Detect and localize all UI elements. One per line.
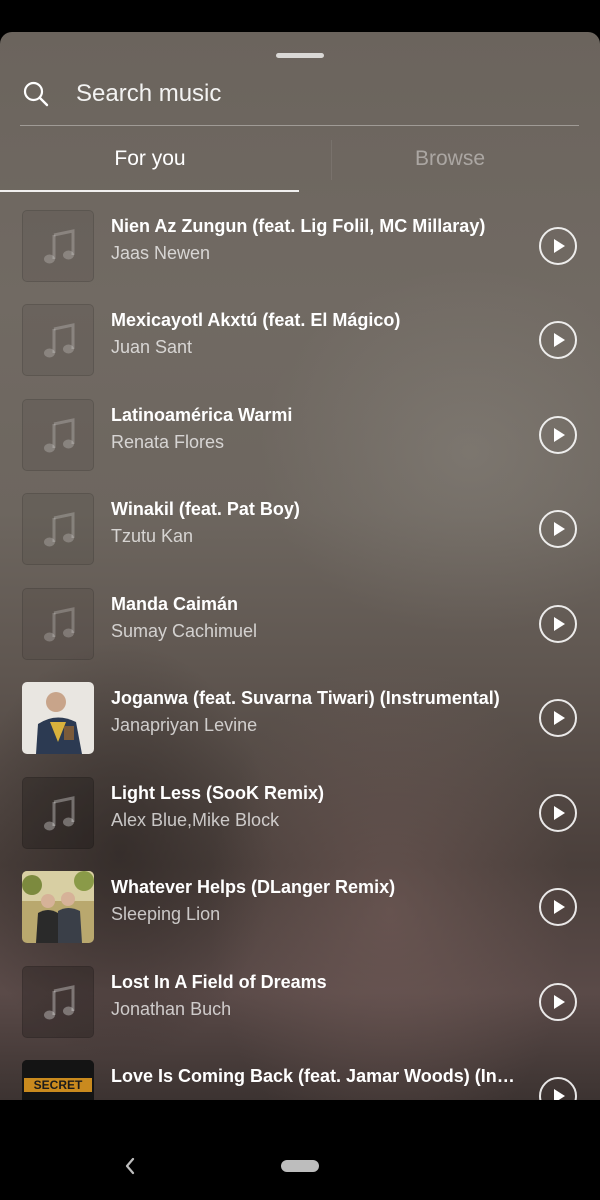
album-art (22, 871, 94, 943)
track-row[interactable]: Mexicayotl Akxtú (feat. El Mágico) Juan … (0, 294, 600, 388)
play-icon (554, 239, 565, 253)
album-photo (22, 682, 94, 754)
track-title: Manda Caimán (111, 594, 239, 614)
play-button[interactable] (539, 227, 577, 265)
music-note-icon (44, 796, 75, 831)
play-button[interactable] (539, 699, 577, 737)
track-row[interactable]: Light Less (SooK Remix) Alex Blue,Mike B… (0, 767, 600, 861)
music-note-icon (44, 985, 75, 1020)
track-artist: Tzutu Kan (111, 526, 194, 546)
play-icon (554, 333, 565, 347)
status-bar (0, 0, 600, 32)
play-button[interactable] (539, 794, 577, 832)
track-row[interactable]: SECRET Love Is Coming Back (feat. Jamar … (0, 1050, 600, 1100)
album-photo: SECRET (22, 1060, 94, 1100)
track-title: Winakil (feat. Pat Boy) (111, 499, 300, 519)
play-button[interactable] (539, 1077, 577, 1100)
track-artist: Jonathan Buch (111, 999, 232, 1019)
play-button[interactable] (539, 888, 577, 926)
play-button[interactable] (539, 983, 577, 1021)
play-icon (554, 900, 565, 914)
album-art (22, 682, 94, 754)
play-button[interactable] (539, 416, 577, 454)
chevron-left-icon[interactable] (124, 1156, 136, 1176)
play-icon (554, 711, 565, 725)
track-title: Lost In A Field of Dreams (111, 972, 327, 992)
track-artist: Sumay Cachimuel (111, 621, 258, 641)
play-button[interactable] (539, 321, 577, 359)
album-art-text: SECRET (34, 1078, 83, 1092)
track-artist: Jaas Newen (111, 243, 211, 263)
track-title: Mexicayotl Akxtú (feat. El Mágico) (111, 310, 401, 330)
track-title: Light Less (SooK Remix) (111, 783, 325, 803)
play-icon (554, 806, 565, 820)
music-note-icon (44, 512, 75, 547)
album-art-placeholder (22, 399, 94, 471)
track-artist: Sleeping Lion (111, 904, 221, 924)
search-bar (0, 72, 600, 126)
track-row[interactable]: Whatever Helps (DLanger Remix) Sleeping … (0, 861, 600, 955)
album-art-placeholder (22, 304, 94, 376)
play-icon (554, 522, 565, 536)
track-artist: Janapriyan Levine (111, 715, 258, 735)
active-tab-indicator (0, 190, 299, 192)
track-row[interactable]: Manda Caimán Sumay Cachimuel (0, 578, 600, 672)
track-artist: Renata Flores (111, 432, 225, 452)
music-note-icon (44, 418, 75, 453)
music-note-icon (44, 229, 75, 264)
play-icon (554, 617, 565, 631)
tab-for-you[interactable]: For you (0, 126, 300, 192)
album-art-placeholder (22, 966, 94, 1038)
album-art: SECRET (22, 1060, 94, 1100)
track-row[interactable]: Nien Az Zungun (feat. Lig Folil, MC Mill… (0, 200, 600, 294)
music-note-icon (44, 323, 75, 358)
album-art-placeholder (22, 210, 94, 282)
play-button[interactable] (539, 605, 577, 643)
play-icon (554, 995, 565, 1009)
track-title: Whatever Helps (DLanger Remix) (111, 877, 396, 897)
track-row[interactable]: Lost In A Field of Dreams Jonathan Buch (0, 956, 600, 1050)
system-navigation-bar (0, 1100, 600, 1200)
tab-separator (331, 140, 332, 180)
search-icon (22, 80, 50, 108)
track-row[interactable]: Winakil (feat. Pat Boy) Tzutu Kan (0, 483, 600, 577)
album-art-placeholder (22, 493, 94, 565)
play-button[interactable] (539, 510, 577, 548)
sheet-drag-handle[interactable] (276, 53, 324, 58)
track-row[interactable]: Joganwa (feat. Suvarna Tiwari) (Instrume… (0, 672, 600, 766)
play-icon (554, 1089, 565, 1100)
track-artist: Juan Sant (111, 337, 193, 357)
album-photo (22, 871, 94, 943)
search-input[interactable] (76, 76, 556, 112)
track-row[interactable]: Latinoamérica Warmi Renata Flores (0, 389, 600, 483)
tab-browse[interactable]: Browse (300, 126, 600, 192)
album-art-placeholder (22, 588, 94, 660)
tab-bar: For you Browse (0, 126, 600, 192)
track-title: Nien Az Zungun (feat. Lig Folil, MC Mill… (111, 216, 486, 236)
play-icon (554, 428, 565, 442)
home-pill-icon[interactable] (281, 1160, 319, 1172)
track-artist: Alex Blue,Mike Block (111, 810, 280, 830)
album-art-placeholder (22, 777, 94, 849)
track-title: Love Is Coming Back (feat. Jamar Woods) … (111, 1066, 516, 1086)
music-note-icon (44, 607, 75, 642)
track-title: Latinoamérica Warmi (111, 405, 293, 425)
track-title: Joganwa (feat. Suvarna Tiwari) (Instrume… (111, 688, 500, 708)
music-picker-sheet: For you Browse Nien Az Zungun (feat. Lig… (0, 32, 600, 1100)
